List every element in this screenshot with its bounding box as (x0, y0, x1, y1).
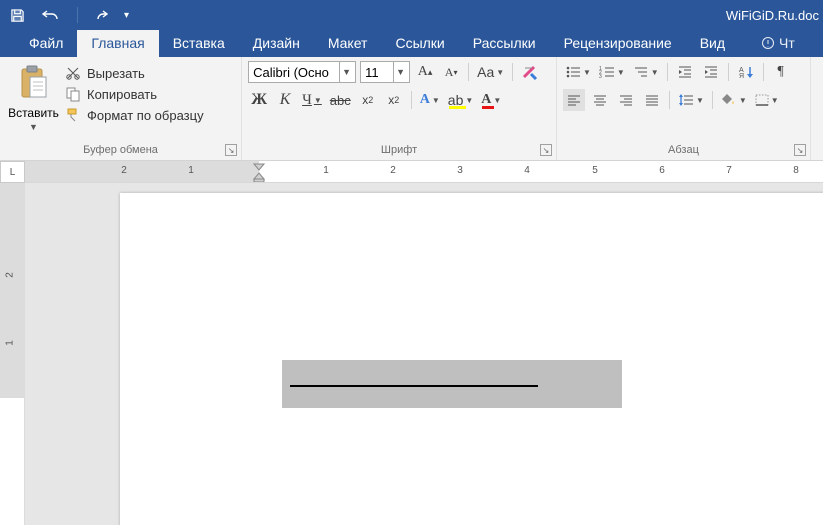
underline-button[interactable]: Ч▼ (300, 89, 324, 111)
svg-text:1: 1 (599, 66, 602, 72)
text-selection (282, 360, 622, 408)
paragraph-dialog-launcher[interactable]: ↘ (794, 144, 806, 156)
page[interactable] (120, 193, 823, 525)
multilevel-list-button[interactable]: ▼ (631, 61, 661, 83)
font-name-combo[interactable]: ▼ (248, 61, 356, 83)
paste-button[interactable]: Вставить ▼ (6, 61, 61, 142)
ruler-mark: 5 (592, 165, 598, 176)
subscript-button[interactable]: x2 (357, 89, 379, 111)
paste-label: Вставить (8, 106, 59, 120)
borders-button[interactable]: ▼ (753, 89, 781, 111)
separator (667, 63, 668, 81)
ruler-mark: 2 (121, 165, 127, 176)
tell-me[interactable]: Чт (757, 30, 799, 57)
separator (728, 63, 729, 81)
text-effects-button[interactable]: A▼ (418, 89, 442, 111)
tab-insert[interactable]: Вставка (159, 30, 239, 57)
font-name-dropdown-icon[interactable]: ▼ (339, 62, 353, 82)
separator (669, 91, 670, 109)
show-marks-button[interactable]: ¶ (770, 61, 792, 83)
cut-button[interactable]: Вырезать (65, 65, 204, 81)
line-spacing-button[interactable]: ▼ (676, 89, 706, 111)
font-size-input[interactable] (361, 62, 393, 82)
qat-customize-icon[interactable]: ▾ (124, 10, 129, 21)
vertical-ruler[interactable]: 2 1 1 (0, 183, 25, 525)
svg-text:2: 2 (599, 70, 602, 76)
copy-button[interactable]: Копировать (65, 86, 204, 102)
ruler-mark: 4 (524, 165, 530, 176)
highlight-button[interactable]: ab▼ (446, 89, 476, 111)
tab-view[interactable]: Вид (686, 30, 739, 57)
italic-button[interactable]: К (274, 89, 296, 111)
tab-mailings[interactable]: Рассылки (459, 30, 550, 57)
font-group-label: Шрифт ↘ (242, 142, 556, 160)
change-case-button[interactable]: Aa▼ (475, 61, 506, 83)
font-color-button[interactable]: A▼ (479, 89, 503, 111)
paste-dropdown-icon[interactable]: ▼ (29, 122, 38, 132)
clear-formatting-button[interactable] (519, 61, 541, 83)
justify-button[interactable] (641, 89, 663, 111)
svg-text:A: A (739, 67, 744, 74)
horizontal-ruler[interactable]: 2 1 1 2 3 4 5 6 7 8 (25, 161, 823, 182)
tell-me-label: Чт (779, 35, 795, 51)
cut-label: Вырезать (87, 66, 145, 81)
clipboard-dialog-launcher[interactable]: ↘ (225, 144, 237, 156)
bold-button[interactable]: Ж (248, 89, 270, 111)
ruler-mark: 7 (726, 165, 732, 176)
separator (468, 63, 469, 81)
align-center-button[interactable] (589, 89, 611, 111)
superscript-button[interactable]: x2 (383, 89, 405, 111)
ruler-mark: 2 (390, 165, 396, 176)
strikethrough-button[interactable]: abc (328, 89, 353, 111)
svg-text:Я: Я (739, 73, 744, 79)
document-title: WiFiGiD.Ru.doc (726, 8, 823, 23)
increase-indent-button[interactable] (700, 61, 722, 83)
ruler-mark: 6 (659, 165, 665, 176)
grow-font-button[interactable]: A▴ (414, 61, 436, 83)
font-dialog-launcher[interactable]: ↘ (540, 144, 552, 156)
copy-label: Копировать (87, 87, 157, 102)
font-size-dropdown-icon[interactable]: ▼ (393, 62, 407, 82)
document-area[interactable] (25, 183, 823, 525)
ruler-mark: 8 (793, 165, 799, 176)
align-right-button[interactable] (615, 89, 637, 111)
ruler-mark: 3 (457, 165, 463, 176)
font-name-input[interactable] (249, 62, 339, 82)
ruler-mark: 2 (4, 272, 15, 278)
tab-review[interactable]: Рецензирование (550, 30, 686, 57)
tab-references[interactable]: Ссылки (381, 30, 458, 57)
paragraph-group-label: Абзац ↘ (557, 142, 810, 160)
separator (512, 63, 513, 81)
tab-layout[interactable]: Макет (314, 30, 382, 57)
numbering-button[interactable]: 123▼ (597, 61, 627, 83)
tab-home[interactable]: Главная (77, 30, 158, 57)
format-painter-label: Формат по образцу (87, 108, 204, 123)
separator (763, 63, 764, 81)
ruler-mark: 1 (323, 165, 329, 176)
tab-selector[interactable]: L (0, 161, 25, 183)
redo-icon[interactable] (94, 8, 110, 22)
svg-text:3: 3 (599, 74, 602, 79)
ruler-mark: 1 (188, 165, 194, 176)
tab-file[interactable]: Файл (15, 30, 77, 57)
ribbon-tabs: Файл Главная Вставка Дизайн Макет Ссылки… (0, 30, 823, 57)
decrease-indent-button[interactable] (674, 61, 696, 83)
ruler-mark: 1 (4, 340, 15, 346)
align-left-button[interactable] (563, 89, 585, 111)
shrink-font-button[interactable]: A▾ (440, 61, 462, 83)
qat-separator (77, 7, 78, 23)
shading-button[interactable]: ▼ (719, 89, 749, 111)
sort-button[interactable]: AЯ (735, 61, 757, 83)
horizontal-rule-line (290, 385, 538, 387)
tab-design[interactable]: Дизайн (239, 30, 314, 57)
separator (712, 91, 713, 109)
format-painter-button[interactable]: Формат по образцу (65, 107, 204, 123)
save-icon[interactable] (10, 8, 25, 23)
clipboard-group-label: Буфер обмена ↘ (0, 142, 241, 160)
ribbon: Вставить ▼ Вырезать Копировать Формат по… (0, 57, 823, 161)
separator (411, 91, 412, 109)
bullets-button[interactable]: ▼ (563, 61, 593, 83)
undo-icon[interactable] (39, 8, 61, 22)
font-size-combo[interactable]: ▼ (360, 61, 410, 83)
